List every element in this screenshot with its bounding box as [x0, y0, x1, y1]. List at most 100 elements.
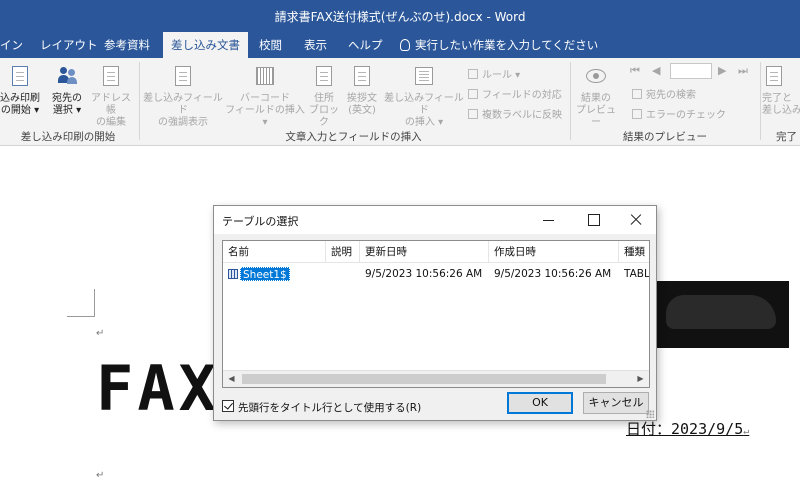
finish-merge-button[interactable]: 完了と 差し込み	[762, 64, 800, 117]
table-list[interactable]: 名前 説明 更新日時 作成日時 種類 Sheet1$ 9/5/2023 10:5…	[222, 240, 650, 388]
select-recipients-label2: 選択 ▾	[52, 105, 82, 116]
edit-recipient-list-button[interactable]: アドレス帳 の編集	[88, 64, 134, 129]
find-recipient-button[interactable]: 宛先の検索	[632, 86, 696, 101]
resize-grip-icon[interactable]	[646, 410, 654, 418]
select-recipients-button[interactable]: 宛先の 選択 ▾	[46, 64, 88, 117]
greeting-line-icon	[350, 64, 374, 90]
preview-results-label2: プレビュー	[576, 105, 616, 128]
check-errors-button[interactable]: エラーのチェック	[632, 106, 726, 121]
tab-help[interactable]: ヘルプ	[348, 32, 383, 58]
first-row-header-label[interactable]: 先頭行をタイトル行として使用する(R)	[238, 400, 421, 415]
paragraph-mark: ↵	[96, 328, 105, 339]
address-book-icon	[99, 64, 123, 90]
greeting-line-label2: (英文)	[348, 105, 376, 116]
finish-merge-label1: 完了と	[762, 93, 792, 104]
table-name-cell: Sheet1$	[240, 267, 290, 281]
tab-design[interactable]: イン	[0, 32, 23, 58]
finish-merge-icon	[762, 64, 786, 90]
column-name[interactable]: 名前	[223, 241, 326, 263]
preview-results-label1: 結果の	[581, 93, 611, 104]
record-number-input[interactable]	[670, 63, 712, 79]
first-row-header-checkbox[interactable]	[222, 400, 234, 412]
greeting-line-label1: 挨拶文	[347, 93, 377, 104]
date-text: 日付：2023/9/5	[626, 420, 744, 438]
highlight-merge-fields-button[interactable]: 差し込みフィールド の強調表示	[141, 64, 225, 129]
barcode-label2: フィールドの挿入 ▾	[225, 105, 305, 128]
paragraph-mark: ↵	[96, 470, 105, 481]
previous-record-icon: ◀	[652, 64, 661, 77]
window-title: 請求書FAX送付様式(ぜんぶのせ).docx - Word	[274, 10, 526, 24]
minimize-icon[interactable]	[539, 210, 559, 230]
ribbon-separator	[760, 62, 761, 140]
tell-me-search[interactable]: 実行したい作業を入力してください	[400, 32, 598, 58]
ribbon-tabs: イン レイアウト 参考資料 差し込み文書 校閲 表示 ヘルプ 実行したい作業を入…	[0, 32, 800, 58]
barcode-label1: バーコード	[240, 93, 290, 104]
cancel-button[interactable]: キャンセル	[583, 392, 649, 414]
ribbon-separator	[570, 62, 571, 140]
close-icon[interactable]	[626, 210, 646, 230]
fax-heading: FAX	[96, 352, 220, 425]
type-cell: TABLE	[624, 268, 650, 280]
check-errors-icon	[632, 109, 642, 119]
start-mail-merge-label1: 込み印刷	[0, 93, 40, 104]
edit-recipient-label1: アドレス帳	[91, 93, 131, 116]
edit-recipient-label2: の編集	[96, 117, 126, 128]
highlight-fields-icon	[171, 64, 195, 90]
scroll-left-icon[interactable]: ◀	[223, 371, 240, 387]
select-table-dialog: テーブルの選択 名前 説明 更新日時 作成日時 種類 Sheet1$ 9/5/2…	[213, 205, 657, 421]
address-block-button[interactable]: 住所 ブロック	[306, 64, 342, 129]
ribbon-separator	[139, 62, 140, 140]
column-created[interactable]: 作成日時	[489, 241, 619, 263]
scroll-right-icon[interactable]: ▶	[632, 371, 649, 387]
maximize-icon[interactable]	[584, 210, 604, 230]
description-cell	[326, 265, 360, 283]
first-record-button[interactable]: ⏮	[630, 64, 640, 78]
recipients-icon	[55, 64, 79, 90]
ribbon: 込み印刷 の開始 ▾ 宛先の 選択 ▾ アドレス帳 の編集 差し込み印刷の開始 …	[0, 58, 800, 146]
insert-merge-field-icon	[412, 64, 436, 90]
tab-mailings[interactable]: 差し込み文書	[163, 32, 248, 58]
date-line: 日付：2023/9/5↵	[626, 418, 749, 439]
last-record-button[interactable]: ⏭	[738, 64, 748, 78]
check-errors-label: エラーのチェック	[646, 110, 726, 121]
dialog-title: テーブルの選択	[222, 215, 299, 228]
column-description[interactable]: 説明	[326, 241, 360, 263]
preview-results-button[interactable]: 結果の プレビュー	[572, 64, 620, 129]
vehicle-image	[654, 281, 789, 348]
find-recipient-label: 宛先の検索	[646, 90, 696, 101]
match-fields-icon	[468, 89, 478, 99]
start-mail-merge-label2: の開始 ▾	[0, 105, 40, 116]
insert-merge-field-button[interactable]: 差し込みフィールド の挿入 ▾	[382, 64, 466, 129]
update-labels-button[interactable]: 複数ラベルに反映	[468, 106, 562, 121]
table-row[interactable]: Sheet1$ 9/5/2023 10:56:26 AM 9/5/2023 10…	[223, 265, 649, 283]
horizontal-scrollbar[interactable]: ◀ ▶	[223, 370, 649, 387]
column-modified[interactable]: 更新日時	[360, 241, 489, 263]
created-cell: 9/5/2023 10:56:26 AM	[494, 268, 612, 280]
dialog-title-bar: テーブルの選択	[214, 206, 656, 234]
insert-barcode-field-button[interactable]: バーコード フィールドの挿入 ▾	[224, 64, 306, 129]
highlight-fields-label2: の強調表示	[158, 117, 208, 128]
barcode-icon	[253, 64, 277, 90]
ok-button[interactable]: OK	[507, 392, 573, 414]
finish-merge-label2: 差し込み	[762, 105, 800, 116]
tab-review[interactable]: 校閲	[259, 32, 282, 58]
start-mail-merge-button[interactable]: 込み印刷 の開始 ▾	[0, 64, 46, 117]
update-labels-icon	[468, 109, 478, 119]
next-record-button[interactable]: ▶	[718, 64, 726, 77]
previous-record-button[interactable]: ◀	[652, 64, 660, 77]
column-type[interactable]: 種類	[619, 241, 649, 263]
rules-icon	[468, 69, 478, 79]
match-fields-button[interactable]: フィールドの対応	[468, 86, 562, 101]
last-record-icon: ⏭	[738, 64, 748, 77]
rules-button[interactable]: ルール ▾	[468, 66, 520, 81]
greeting-line-button[interactable]: 挨拶文 (英文)	[342, 64, 382, 117]
finish-group-label: 完了	[776, 131, 797, 143]
start-group-label: 差し込み印刷の開始	[20, 131, 116, 143]
scrollbar-thumb[interactable]	[242, 374, 606, 384]
tab-references[interactable]: 参考資料	[104, 32, 150, 58]
tab-layout[interactable]: レイアウト	[40, 32, 98, 58]
tab-view[interactable]: 表示	[304, 32, 327, 58]
preview-group-label: 結果のプレビュー	[623, 131, 707, 143]
address-block-label2: ブロック	[309, 105, 339, 128]
select-recipients-label1: 宛先の	[52, 93, 82, 104]
